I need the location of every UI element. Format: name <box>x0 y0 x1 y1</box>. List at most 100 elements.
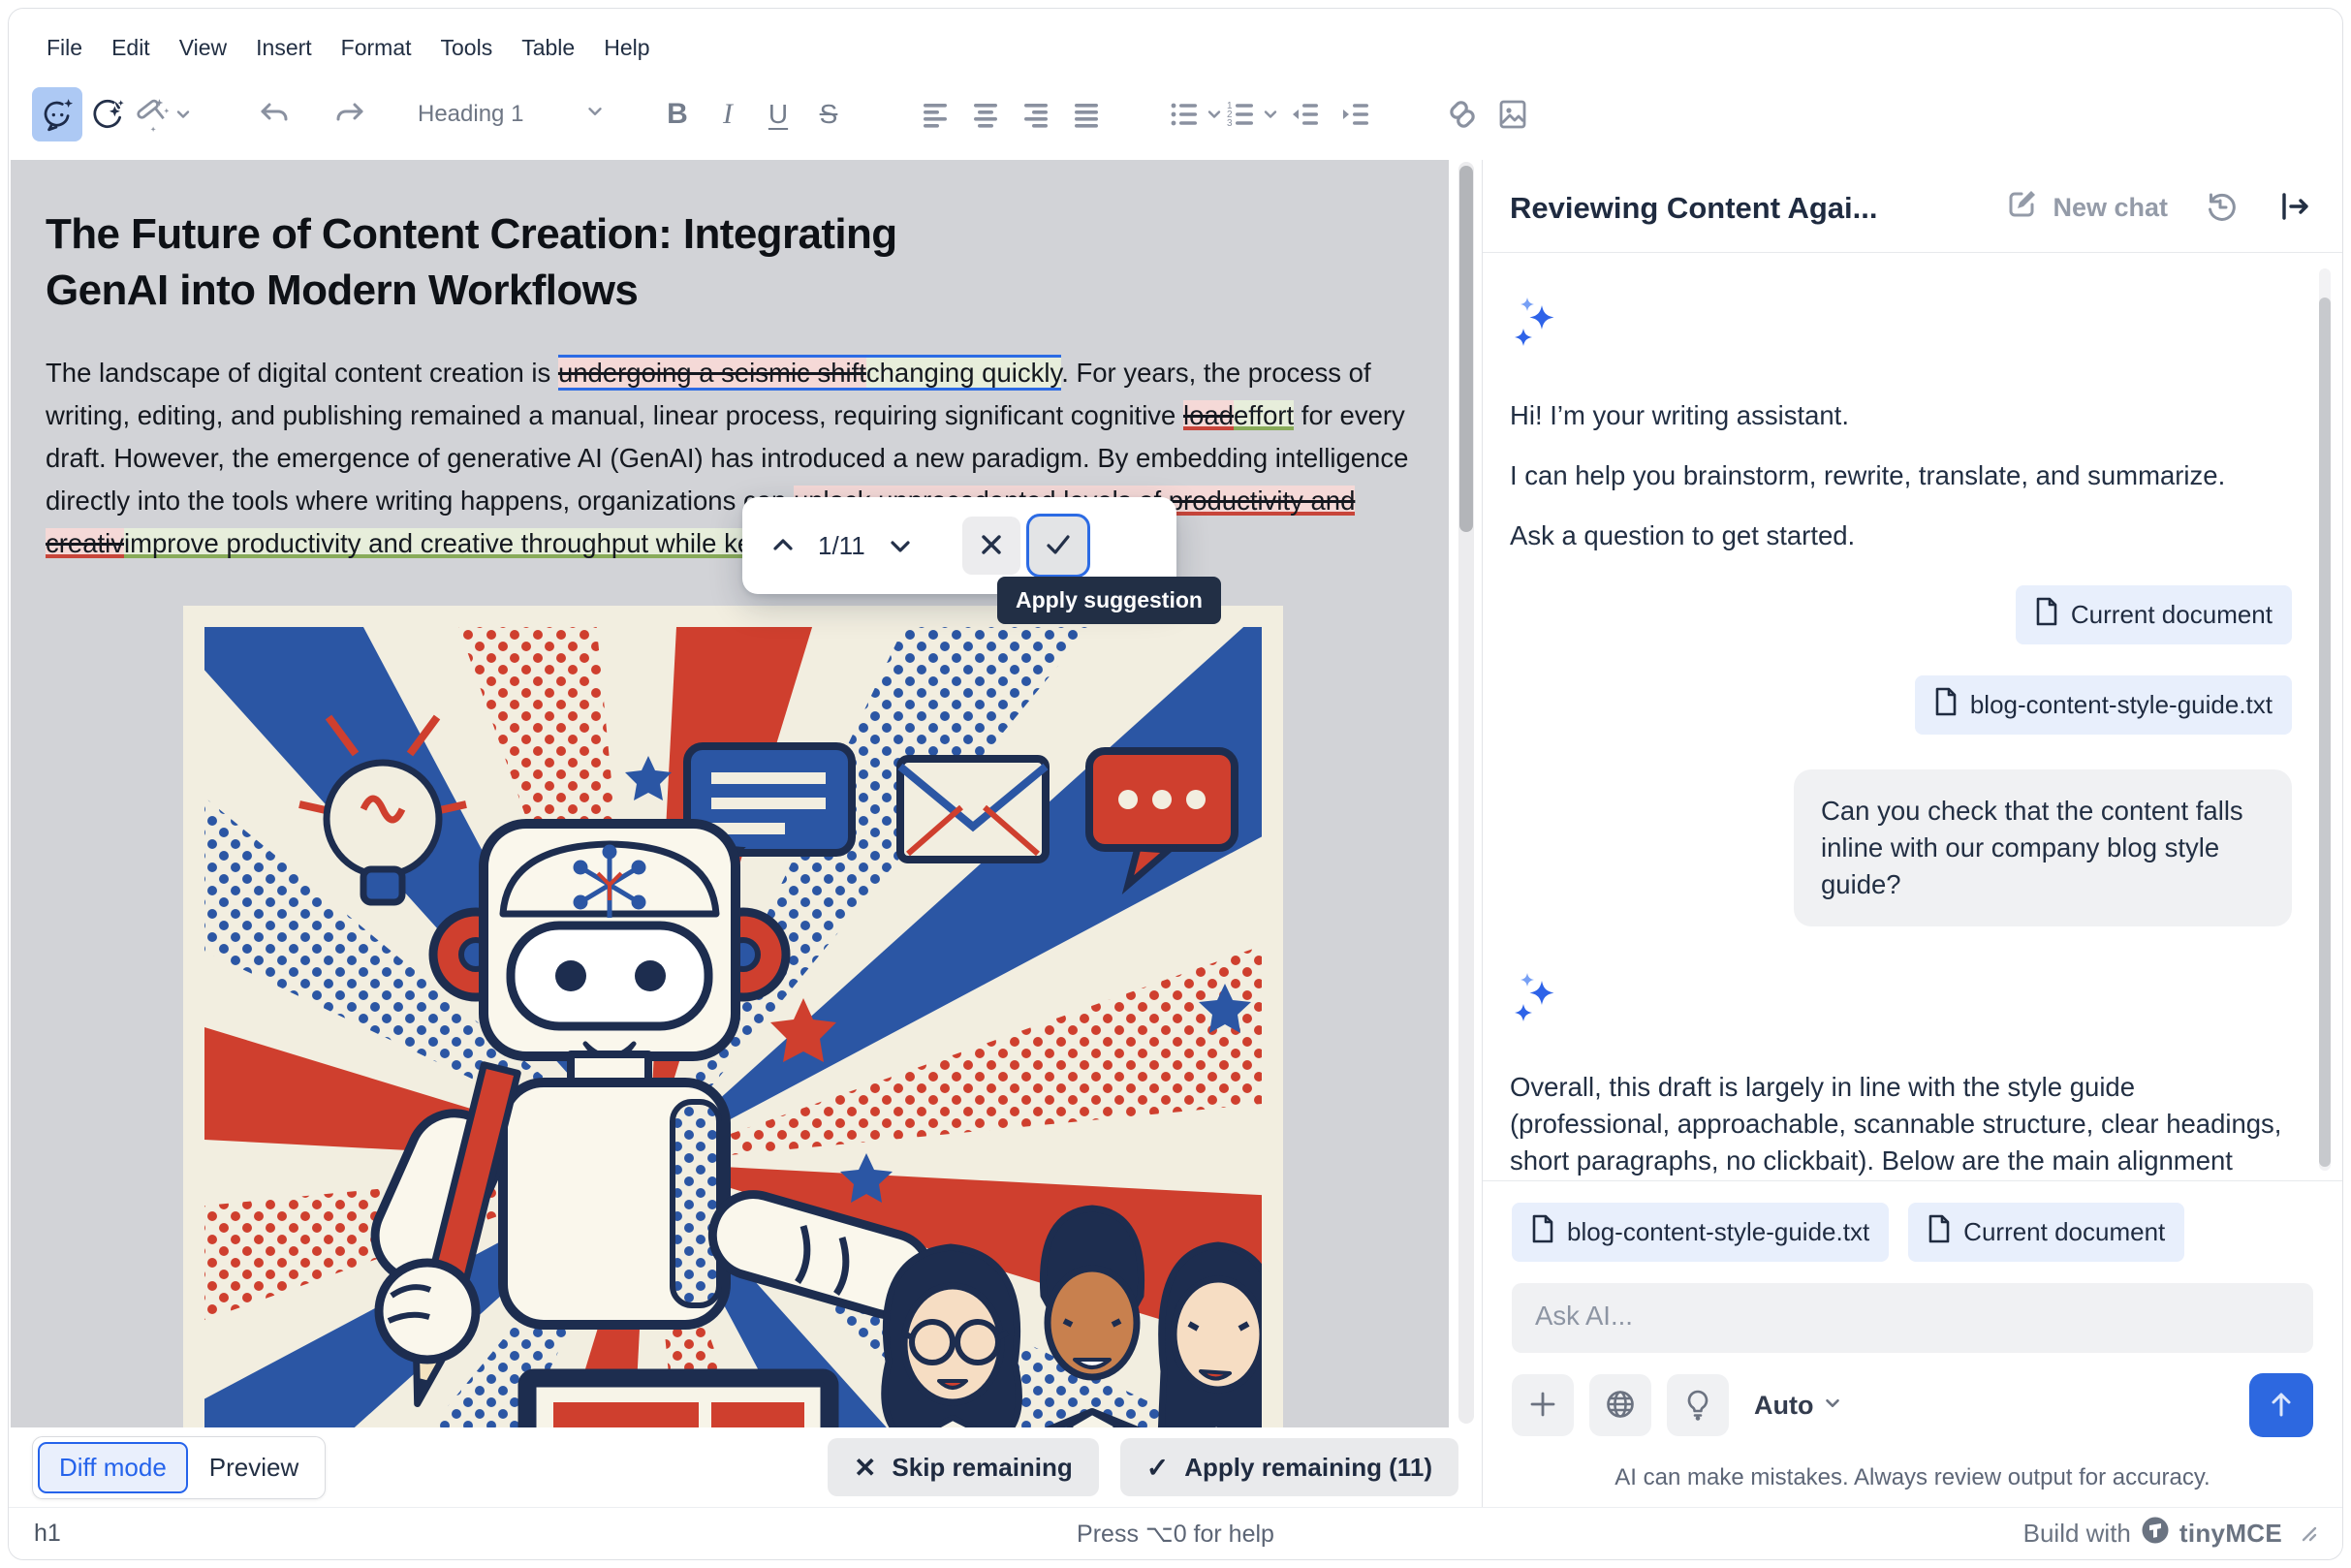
ai-shortcuts-button[interactable] <box>133 87 193 141</box>
preview-tab[interactable]: Preview <box>188 1444 320 1491</box>
chevron-down-icon <box>1261 105 1280 124</box>
ai-chat-icon <box>39 96 76 133</box>
reject-suggestion-button[interactable] <box>962 517 1020 575</box>
chevron-down-icon <box>173 105 193 124</box>
inserted-text[interactable]: effort <box>1234 400 1294 430</box>
inserted-text[interactable]: changing quickly <box>866 358 1061 388</box>
numbered-list-button[interactable]: 123 <box>1224 87 1280 141</box>
help-shortcut-hint: Press ⌥0 for help <box>9 1520 2342 1549</box>
assistant-greeting: Hi! I’m your writing assistant. <box>1510 397 2292 434</box>
next-suggestion-button[interactable] <box>875 520 925 571</box>
model-selector[interactable]: Auto <box>1754 1391 1843 1421</box>
chat-title: Reviewing Content Agai... <box>1510 191 1878 226</box>
redo-icon <box>330 95 369 134</box>
undo-button[interactable] <box>249 87 299 141</box>
ai-disclaimer: AI can make mistakes. Always review outp… <box>1512 1437 2313 1507</box>
bold-button[interactable]: B <box>652 87 703 141</box>
menu-tools[interactable]: Tools <box>426 27 508 69</box>
align-justify-button[interactable] <box>1061 87 1112 141</box>
tinymce-logo-icon <box>2141 1516 2170 1552</box>
menu-view[interactable]: View <box>165 27 241 69</box>
apply-suggestion-tooltip: Apply suggestion <box>997 577 1221 624</box>
menu-format[interactable]: Format <box>327 27 426 69</box>
composer-chip-style-guide[interactable]: blog-content-style-guide.txt <box>1512 1203 1889 1262</box>
globe-icon <box>1604 1388 1637 1424</box>
add-attachment-button[interactable] <box>1512 1374 1574 1436</box>
align-left-button[interactable] <box>910 87 960 141</box>
underline-button[interactable]: U <box>753 87 803 141</box>
toolbar: Heading 1 B I U S 123 <box>9 69 2342 160</box>
ai-review-button[interactable] <box>82 87 133 141</box>
previous-suggestion-button[interactable] <box>758 520 808 571</box>
editor-scrollbar[interactable] <box>1458 162 1474 1424</box>
ask-ai-input[interactable] <box>1512 1283 2313 1353</box>
menu-edit[interactable]: Edit <box>97 27 165 69</box>
bold-icon: B <box>667 98 688 131</box>
selected-suggestion[interactable]: undergoing a seismic shiftchanging quick… <box>558 355 1061 391</box>
attachment-chip-current-document[interactable]: Current document <box>2016 585 2292 644</box>
skip-remaining-button[interactable]: ✕ Skip remaining <box>828 1438 1099 1496</box>
history-icon <box>2201 187 2240 229</box>
app-window: FileEditViewInsertFormatToolsTableHelp H… <box>8 8 2343 1560</box>
document-image[interactable] <box>183 606 1283 1427</box>
chat-scrollbar[interactable] <box>2319 268 2331 1171</box>
chat-history-button[interactable] <box>2201 187 2240 229</box>
assistant-capabilities: I can help you brainstorm, rewrite, tran… <box>1510 457 2292 494</box>
suggestion-counter: 1/11 <box>814 531 869 561</box>
menu-insert[interactable]: Insert <box>241 27 327 69</box>
chat-header: Reviewing Content Agai... New chat <box>1483 160 2342 252</box>
diff-action-bar: Diff mode Preview ✕ Skip remaining ✓ App… <box>9 1427 1482 1507</box>
editor-content[interactable]: The Future of Content Creation: Integrat… <box>11 160 1449 1427</box>
diff-mode-tab[interactable]: Diff mode <box>38 1442 188 1493</box>
deleted-text[interactable]: load <box>1183 400 1234 430</box>
menu-help[interactable]: Help <box>589 27 664 69</box>
tinymce-branding[interactable]: Build with tinyMCE <box>2023 1516 2282 1552</box>
menu-file[interactable]: File <box>32 27 97 69</box>
chat-composer: blog-content-style-guide.txt Current doc… <box>1483 1180 2342 1507</box>
plus-icon <box>1527 1389 1558 1423</box>
ai-sparkle-icon <box>1510 967 2292 1034</box>
web-search-button[interactable] <box>1589 1374 1651 1436</box>
redo-button[interactable] <box>325 87 375 141</box>
insert-image-button[interactable] <box>1488 87 1538 141</box>
chat-scrollbar-thumb[interactable] <box>2319 298 2331 1167</box>
chevron-down-icon <box>584 101 606 129</box>
strikethrough-button[interactable]: S <box>803 87 854 141</box>
deleted-text[interactable]: undergoing a seismic shift <box>558 358 866 388</box>
close-icon: ✕ <box>854 1452 876 1484</box>
send-button[interactable] <box>2249 1373 2313 1437</box>
italic-button[interactable]: I <box>703 87 753 141</box>
apply-suggestion-button[interactable] <box>1026 514 1090 578</box>
document-title: The Future of Content Creation: Integrat… <box>46 206 1410 319</box>
block-format-select[interactable]: Heading 1 <box>408 87 619 141</box>
align-right-button[interactable] <box>1011 87 1061 141</box>
editor-scrollbar-thumb[interactable] <box>1459 166 1473 532</box>
bullet-list-button[interactable] <box>1168 87 1224 141</box>
svg-text:3: 3 <box>1227 118 1233 129</box>
align-left-icon <box>919 98 952 131</box>
paragraph-text: The landscape of digital content creatio… <box>46 358 558 388</box>
ideas-button[interactable] <box>1667 1374 1729 1436</box>
link-button[interactable] <box>1437 87 1488 141</box>
align-justify-icon <box>1070 98 1103 131</box>
underline-icon: U <box>768 99 788 130</box>
align-center-button[interactable] <box>960 87 1011 141</box>
menu-bar: FileEditViewInsertFormatToolsTableHelp <box>9 9 2342 69</box>
ai-assistant-button[interactable] <box>32 87 82 141</box>
apply-remaining-button[interactable]: ✓ Apply remaining (11) <box>1120 1438 1458 1496</box>
attachment-chip-style-guide[interactable]: blog-content-style-guide.txt <box>1915 675 2292 735</box>
arrow-up-icon <box>2265 1388 2298 1424</box>
indent-button[interactable] <box>1331 87 1381 141</box>
document-paragraph: The landscape of digital content creatio… <box>46 352 1410 565</box>
new-chat-button[interactable]: New chat <box>2004 187 2168 229</box>
new-chat-icon <box>2004 187 2039 229</box>
chevron-down-icon <box>1205 105 1224 124</box>
assistant-response: Overall, this draft is largely in line w… <box>1510 1069 2292 1180</box>
outdent-button[interactable] <box>1280 87 1331 141</box>
menu-table[interactable]: Table <box>507 27 589 69</box>
strikethrough-icon: S <box>820 99 838 130</box>
chat-messages[interactable]: Hi! I’m your writing assistant. I can he… <box>1483 253 2342 1180</box>
composer-chip-current-document[interactable]: Current document <box>1908 1203 2184 1262</box>
bullet-list-icon <box>1168 98 1201 131</box>
collapse-sidebar-button[interactable] <box>2276 188 2313 228</box>
